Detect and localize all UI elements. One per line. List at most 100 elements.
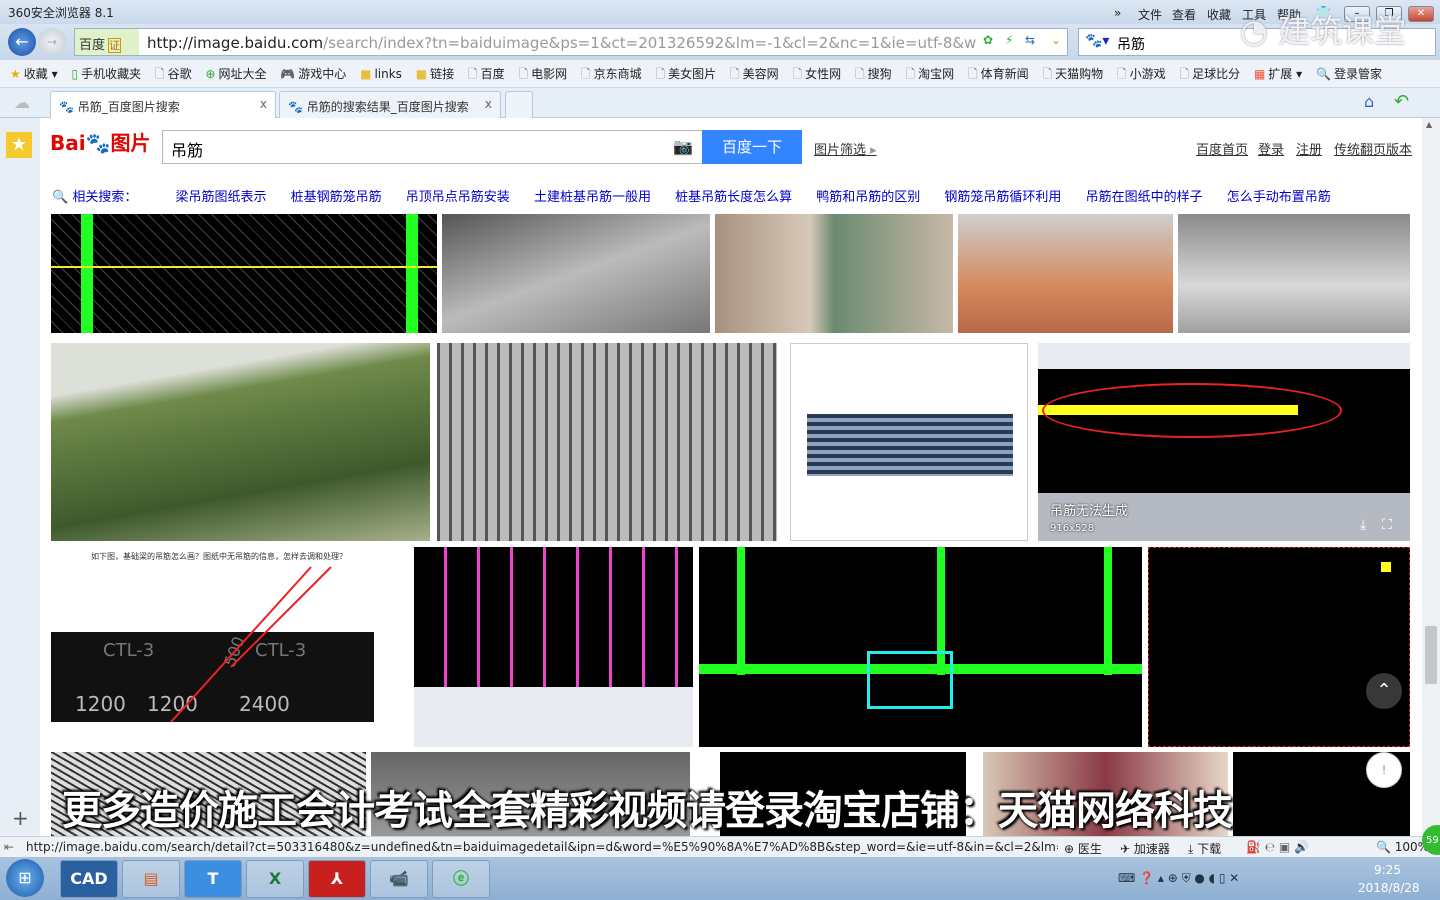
back-button[interactable]: ← (8, 28, 36, 56)
clock-time[interactable]: 9:25 (1374, 863, 1401, 877)
bookmark-item[interactable]: 🗋 体育新闻 (968, 60, 1029, 88)
bookmark-item[interactable]: 🗋 淘宝网 (905, 60, 954, 88)
link-register[interactable]: 注册 (1296, 139, 1322, 158)
image-filter-link[interactable]: 图片筛选 ▸ (814, 139, 877, 158)
bookmark-item[interactable]: 🗋 美女图片 (655, 60, 716, 88)
link-classic-version[interactable]: 传统翻页版本 (1334, 139, 1412, 158)
bookmark-item[interactable]: 🎮 游戏中心 (280, 60, 346, 88)
related-link[interactable]: 钢筋笼吊筋循环利用 (944, 190, 1061, 205)
download-icon[interactable]: ⤓ (1360, 517, 1366, 533)
result-image-hovered[interactable]: 吊筋无法生成 916x528 ⤓ ⛶ (1038, 343, 1410, 541)
back-to-top-button[interactable]: ⌃ (1366, 673, 1402, 709)
result-image[interactable] (442, 214, 710, 333)
related-link[interactable]: 桩基吊筋长度怎么算 (675, 190, 792, 205)
related-link[interactable]: 鸭筋和吊筋的区别 (816, 190, 920, 205)
result-image[interactable] (715, 214, 953, 333)
bookmark-item[interactable]: 🗋 京东商城 (581, 60, 642, 88)
bookmark-item[interactable]: 🗋 百度 (468, 60, 505, 88)
baidu-paw-icon[interactable]: 🐾▾ (1085, 33, 1109, 49)
new-tab-button[interactable] (505, 91, 533, 118)
bookmark-item[interactable]: ▯ 手机收藏夹 (71, 60, 141, 88)
bookmark-item[interactable]: 🗋 谷歌 (155, 60, 192, 88)
baidu-logo[interactable]: Bai🐾图片 (50, 127, 151, 156)
login-manager-button[interactable]: 🔍 登录管家 (1316, 60, 1382, 88)
link-login[interactable]: 登录 (1258, 139, 1284, 158)
favorites-star-icon[interactable]: ★ (6, 132, 32, 158)
add-icon[interactable]: + (12, 806, 29, 830)
link-baidu-home[interactable]: 百度首页 (1196, 139, 1248, 158)
undo-close-icon[interactable]: ↶ (1394, 91, 1409, 112)
menu-file[interactable]: 文件 (1138, 6, 1162, 23)
dropdown-chevron-icon[interactable]: ⌄ (1051, 33, 1061, 47)
home-icon[interactable]: ⌂ (1364, 92, 1374, 111)
bookmark-folder[interactable]: ■ links (360, 60, 402, 88)
vertical-scrollbar[interactable]: ▲ (1422, 118, 1440, 836)
result-image[interactable] (414, 547, 693, 747)
result-image[interactable]: 如下图，基础梁的吊筋怎么画？图纸中无吊筋的信息，怎样去调和处理？ CTL-3 C… (51, 547, 400, 747)
bookmark-item[interactable]: 🗋 搜狗 (855, 60, 892, 88)
accelerator-button[interactable]: ✈ 加速器 (1120, 840, 1170, 857)
menu-view[interactable]: 查看 (1172, 6, 1196, 23)
menu-more[interactable]: » (1114, 6, 1121, 20)
site-cert[interactable]: 百度证 (75, 29, 139, 55)
bookmark-favorites[interactable]: ★ 收藏 ▾ (10, 60, 58, 88)
extensions-button[interactable]: ▦ 扩展 ▾ (1254, 60, 1302, 88)
switch-mode-icon[interactable]: ⇆ (1025, 33, 1035, 47)
start-button[interactable]: ⊞ (6, 859, 44, 897)
bookmark-item[interactable]: ⊕ 网址大全 (205, 60, 266, 88)
taskbar-app-ppt[interactable]: ▤ (122, 860, 180, 898)
address-bar[interactable]: 百度证 http://image.baidu.com/search/index?… (74, 28, 1068, 56)
tab-close-button[interactable]: x (260, 97, 267, 111)
scrollbar-thumb[interactable] (1425, 626, 1437, 684)
related-link[interactable]: 吊筋在图纸中的样子 (1086, 190, 1203, 205)
result-image[interactable] (958, 214, 1173, 333)
camera-icon[interactable]: 📷 (673, 137, 693, 156)
menu-favorites[interactable]: 收藏 (1207, 6, 1231, 23)
bookmark-item[interactable]: 🗋 电影网 (518, 60, 567, 88)
result-image[interactable] (437, 343, 777, 541)
bookmark-item[interactable]: 🗋 小游戏 (1117, 60, 1166, 88)
taskbar-app-cad[interactable]: CAD (60, 860, 118, 898)
url-text[interactable]: http://image.baidu.com/search/index?tn=b… (147, 34, 977, 52)
lightning-icon[interactable]: ⚡ (1005, 33, 1013, 47)
result-image[interactable] (1178, 214, 1410, 333)
browser-search-input[interactable]: 吊筋 (1117, 34, 1145, 54)
result-image[interactable] (699, 547, 1142, 747)
taskbar-app-360[interactable]: ⓔ (432, 860, 490, 898)
search-button[interactable]: 百度一下 (702, 130, 802, 164)
related-link[interactable]: 吊顶吊点吊筋安装 (406, 190, 510, 205)
bookmark-folder[interactable]: ■ 链接 (416, 60, 454, 88)
close-button[interactable]: ✕ (1408, 6, 1434, 22)
taskbar-app-excel[interactable]: X (246, 860, 304, 898)
taskbar-app-pdf[interactable]: ⅄ (308, 860, 366, 898)
doctor-button[interactable]: ⊕ 医生 (1064, 840, 1102, 857)
zoom-level[interactable]: 🔍 100% (1376, 840, 1429, 854)
clock-date[interactable]: 2018/8/28 (1358, 881, 1420, 895)
tab-close-button[interactable]: x (485, 97, 492, 111)
scroll-up-arrow[interactable]: ▲ (1426, 120, 1432, 129)
bookmark-item[interactable]: 🗋 天猫购物 (1042, 60, 1103, 88)
bookmark-item[interactable]: 🗋 足球比分 (1179, 60, 1240, 88)
result-image[interactable] (51, 343, 430, 541)
refresh-icon[interactable]: ✿ (983, 33, 993, 47)
bookmark-item[interactable]: 🗋 美容网 (730, 60, 779, 88)
forward-button[interactable]: → (38, 28, 66, 56)
status-icons[interactable]: ⛽ ℮ ▣ 🔊 (1246, 840, 1309, 854)
expand-icon[interactable]: ⛶ (1382, 517, 1392, 533)
related-link[interactable]: 怎么手动布置吊筋 (1227, 190, 1331, 205)
bookmark-item[interactable]: 🗋 女性网 (792, 60, 841, 88)
cloud-icon[interactable]: ☁ (14, 93, 30, 112)
related-link[interactable]: 土建桩基吊筋一般用 (534, 190, 651, 205)
taskbar-app-player[interactable]: 📹 (370, 860, 428, 898)
result-image[interactable] (1148, 547, 1410, 747)
tray-icons[interactable]: ⌨ ❓ ▴ ⊕ ⛨ ● ◖ ▯ ✕ (1118, 871, 1239, 886)
tab[interactable]: 🐾 吊筋的搜索结果_百度图片搜索 x (279, 91, 501, 118)
result-image[interactable] (51, 214, 437, 333)
taskbar-app-t[interactable]: T (184, 860, 242, 898)
result-image[interactable] (790, 343, 1028, 541)
download-button[interactable]: ⤓ 下载 (1188, 840, 1221, 857)
tab-active[interactable]: 🐾 吊筋_百度图片搜索 x (50, 91, 276, 118)
feedback-button[interactable]: ! (1366, 752, 1402, 788)
related-link[interactable]: 梁吊筋图纸表示 (175, 190, 266, 205)
query-input[interactable]: 吊筋 📷 (162, 130, 704, 164)
